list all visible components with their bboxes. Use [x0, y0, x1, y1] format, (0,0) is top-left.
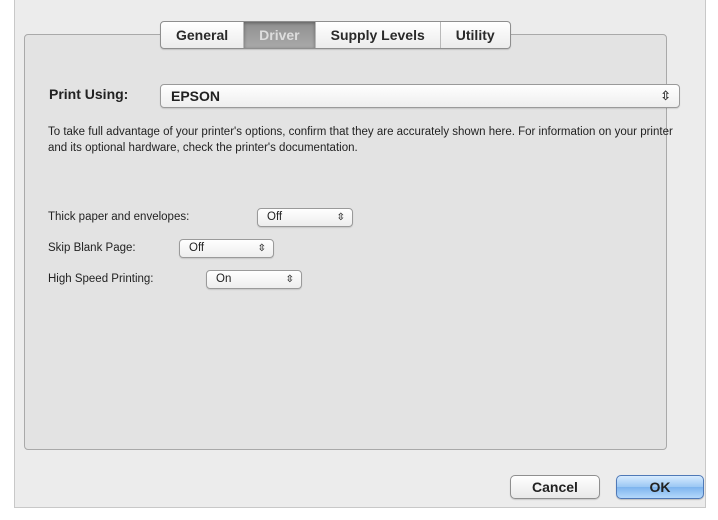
up-down-arrows-icon: ⇳ [660, 88, 671, 103]
driver-description-text: To take full advantage of your printer's… [48, 126, 673, 154]
up-down-arrows-icon: ⇳ [336, 212, 345, 223]
skip-blank-page-label: Skip Blank Page: [48, 242, 136, 254]
tab-utility[interactable]: Utility [441, 22, 510, 48]
up-down-arrows-icon: ⇳ [285, 274, 294, 285]
print-using-select[interactable]: EPSON ⇳ [160, 84, 680, 108]
print-using-label: Print Using: [49, 86, 129, 102]
print-using-value: EPSON [171, 88, 221, 104]
tab-driver[interactable]: Driver [244, 22, 316, 48]
skip-blank-page-value: Off [189, 242, 205, 254]
skip-blank-page-select[interactable]: Off ⇳ [179, 239, 274, 258]
thick-paper-value: Off [267, 211, 283, 223]
high-speed-printing-value: On [216, 273, 232, 285]
ok-button[interactable]: OK [616, 475, 704, 499]
thick-paper-select[interactable]: Off ⇳ [257, 208, 353, 227]
high-speed-printing-label: High Speed Printing: [48, 273, 154, 285]
thick-paper-label: Thick paper and envelopes: [48, 211, 190, 223]
cancel-button[interactable]: Cancel [510, 475, 600, 499]
up-down-arrows-icon: ⇳ [257, 243, 266, 254]
high-speed-printing-select[interactable]: On ⇳ [206, 270, 302, 289]
tab-general[interactable]: General [161, 22, 245, 48]
options-tab-bar: General Driver Supply Levels Utility [160, 21, 511, 49]
tab-supply-levels[interactable]: Supply Levels [316, 22, 441, 48]
